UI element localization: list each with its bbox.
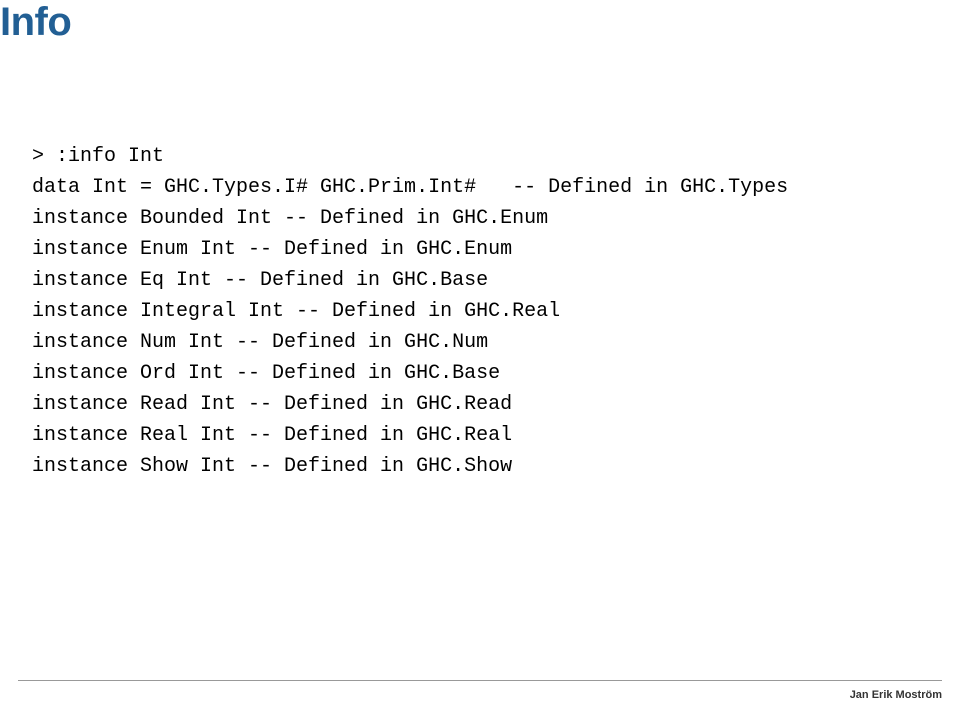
code-line: instance Eq Int -- Defined in GHC.Base xyxy=(32,269,488,292)
slide-title: Info xyxy=(0,0,71,45)
code-line: instance Num Int -- Defined in GHC.Num xyxy=(32,331,488,354)
code-line: instance Show Int -- Defined in GHC.Show xyxy=(32,455,512,478)
footer-author: Jan Erik Moström xyxy=(850,689,942,701)
code-line: instance Real Int -- Defined in GHC.Real xyxy=(32,424,512,447)
code-line: data Int = GHC.Types.I# GHC.Prim.Int# --… xyxy=(32,176,788,199)
code-line: > :info Int xyxy=(32,145,164,168)
footer-divider xyxy=(18,680,942,681)
code-line: instance Enum Int -- Defined in GHC.Enum xyxy=(32,238,512,261)
code-line: instance Read Int -- Defined in GHC.Read xyxy=(32,393,512,416)
code-line: instance Integral Int -- Defined in GHC.… xyxy=(32,300,560,323)
code-line: instance Bounded Int -- Defined in GHC.E… xyxy=(32,207,548,230)
code-line: instance Ord Int -- Defined in GHC.Base xyxy=(32,362,500,385)
code-block: > :info Int data Int = GHC.Types.I# GHC.… xyxy=(32,110,788,482)
